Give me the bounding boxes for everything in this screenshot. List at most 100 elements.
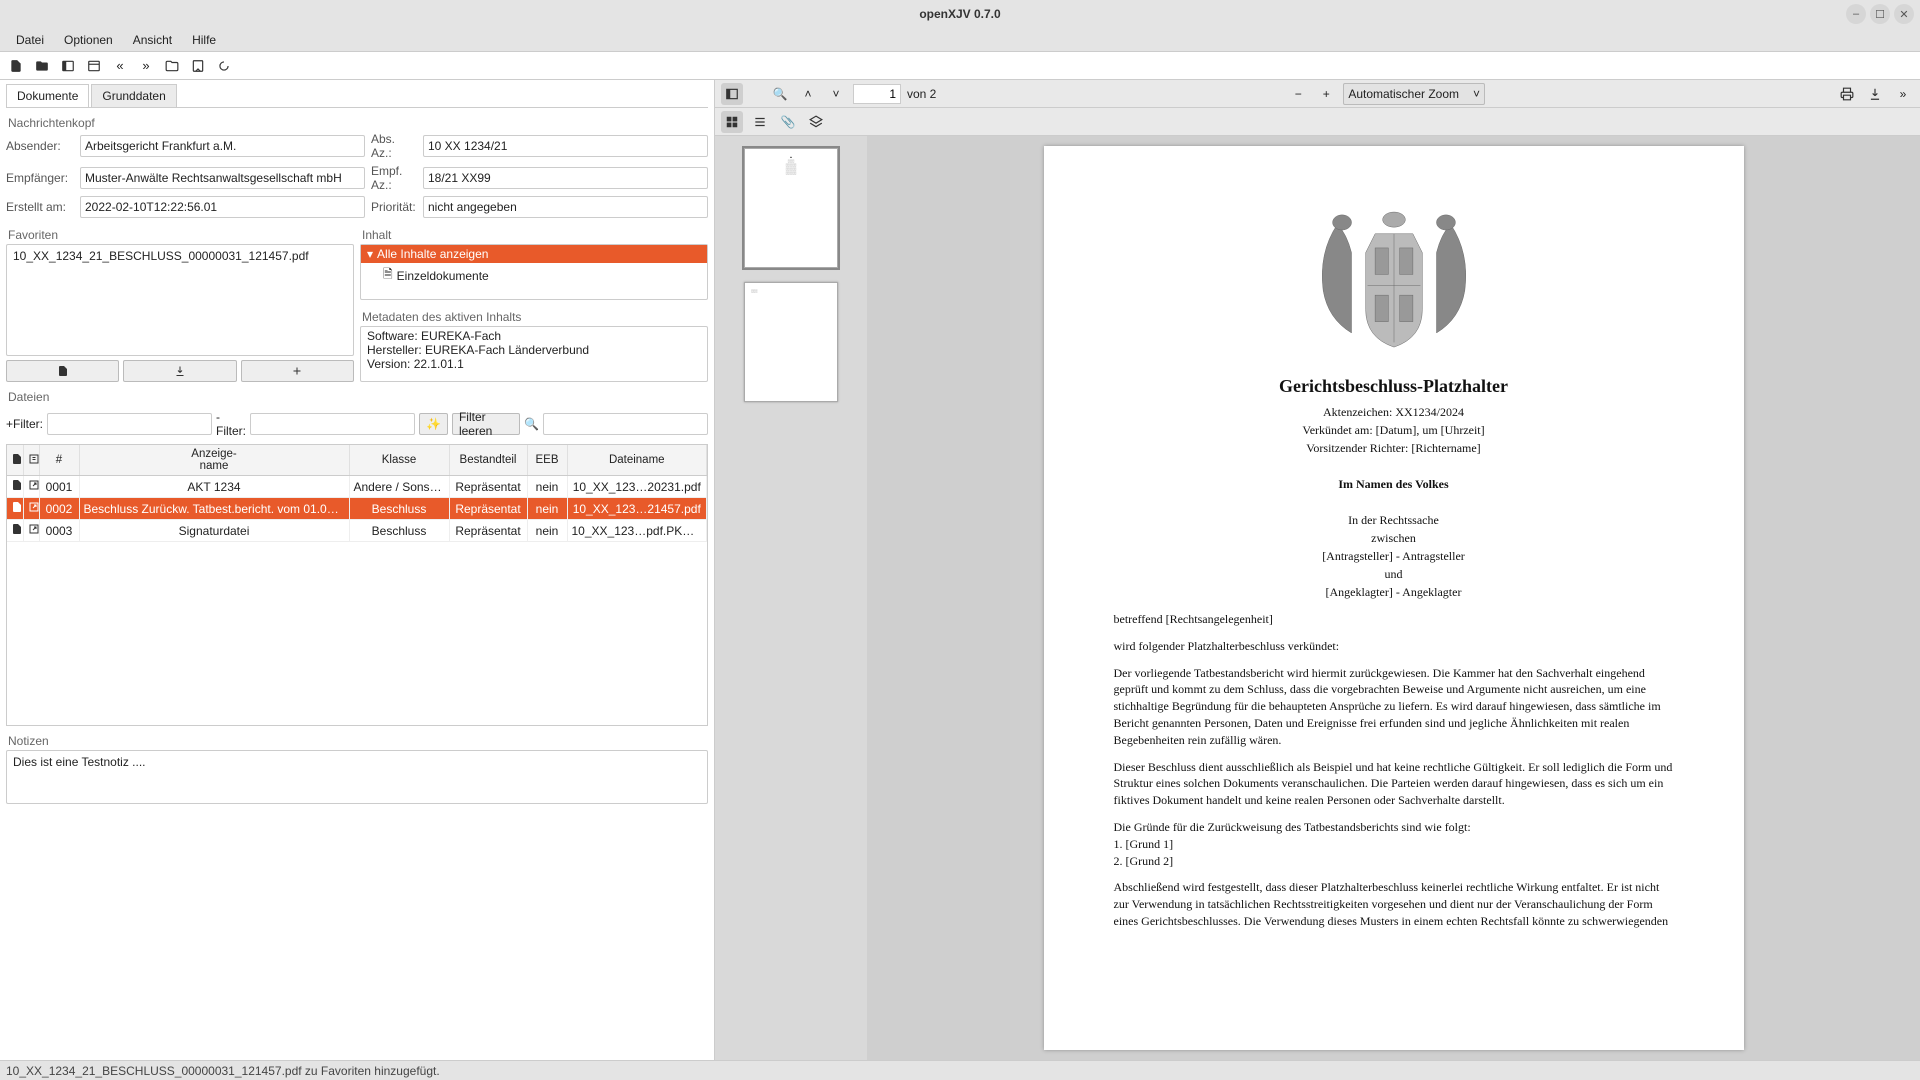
pdf-viewer: 🔍 ˄ ˅ von 2 − + Automatischer Zoom ˅ » 📎 — [714, 80, 1920, 1060]
th-eeb[interactable]: EEB — [527, 445, 567, 476]
filter-clear-button[interactable]: Filter leeren — [452, 413, 520, 435]
maximize-button[interactable]: ☐ — [1870, 4, 1890, 24]
label-recipient: Empfänger: — [6, 171, 74, 185]
section-content: Inhalt — [362, 228, 708, 242]
pdf-page-total: von 2 — [907, 87, 936, 101]
row-klasse: Andere / Sonstige — [349, 476, 449, 498]
open-folder-icon[interactable] — [32, 56, 52, 76]
pdf-zoom-select[interactable]: Automatischer Zoom ˅ — [1343, 83, 1485, 105]
doc-p6: Abschließend wird festgestellt, dass die… — [1114, 879, 1674, 929]
close-button[interactable]: ✕ — [1894, 4, 1914, 24]
content-single-label: Einzeldokumente — [397, 269, 489, 283]
section-metadata: Metadaten des aktiven Inhalts — [362, 310, 708, 324]
next-icon[interactable]: » — [136, 56, 156, 76]
doc-title: Gerichtsbeschluss-Platzhalter — [1114, 376, 1674, 397]
menu-view[interactable]: Ansicht — [123, 30, 182, 50]
row-num: 0001 — [39, 476, 79, 498]
prev-icon[interactable]: « — [110, 56, 130, 76]
tab-documents[interactable]: Dokumente — [6, 84, 89, 107]
row-open-icon[interactable] — [23, 476, 39, 498]
row-page-icon[interactable] — [7, 520, 23, 542]
pdf-thumbs-icon[interactable] — [721, 111, 743, 133]
pdf-thumbnails[interactable]: ▲░░░░░░░░░░░░░░░░░░ ░░░ — [715, 136, 867, 1060]
notes-textarea[interactable]: Dies ist eine Testnotiz .... — [6, 750, 708, 804]
field-abs-az: 10 XX 1234/21 — [423, 135, 708, 157]
pdf-search-icon[interactable]: 🔍 — [769, 83, 791, 105]
favorite-item[interactable]: 10_XX_1234_21_BESCHLUSS_00000031_121457.… — [9, 247, 351, 265]
th-klasse[interactable]: Klasse — [349, 445, 449, 476]
meta-line3: Version: 22.1.01.1 — [367, 357, 701, 371]
pdf-attach-icon[interactable]: 📎 — [777, 111, 799, 133]
section-favorites: Favoriten — [8, 228, 354, 242]
pdf-download-icon[interactable] — [1864, 83, 1886, 105]
pdf-page-up-icon[interactable]: ˄ — [797, 83, 819, 105]
pdf-page-area[interactable]: Gerichtsbeschluss-Platzhalter Aktenzeich… — [867, 136, 1920, 1060]
pdf-print-icon[interactable] — [1836, 83, 1858, 105]
row-open-icon[interactable] — [23, 498, 39, 520]
filter-wand-button[interactable]: ✨ — [419, 413, 448, 435]
row-klasse: Beschluss — [349, 498, 449, 520]
pdf-page-down-icon[interactable]: ˅ — [825, 83, 847, 105]
row-page-icon[interactable] — [7, 498, 23, 520]
section-notes: Notizen — [8, 734, 708, 748]
minimize-button[interactable]: – — [1846, 4, 1866, 24]
row-num: 0003 — [39, 520, 79, 542]
window-controls: – ☐ ✕ — [1846, 4, 1914, 24]
doc-p2: wird folgender Platzhalterbeschluss verk… — [1114, 638, 1674, 655]
pdf-zoom-in-icon[interactable]: + — [1315, 83, 1337, 105]
export-icon[interactable] — [162, 56, 182, 76]
row-eeb: nein — [527, 498, 567, 520]
th-anzeige[interactable]: Anzeige- name — [79, 445, 349, 476]
pdf-toolbar: 🔍 ˄ ˅ von 2 − + Automatischer Zoom ˅ » — [715, 80, 1920, 108]
table-row[interactable]: 0003SignaturdateiBeschlussRepräsentatnei… — [7, 520, 707, 542]
fav-open-button[interactable] — [6, 360, 119, 382]
files-table[interactable]: # Anzeige- name Klasse Bestandteil EEB D… — [6, 444, 708, 726]
tab-basedata[interactable]: Grunddaten — [91, 84, 176, 107]
menu-file[interactable]: Datei — [6, 30, 54, 50]
tabs: Dokumente Grunddaten — [6, 84, 708, 108]
triangle-down-icon: ▾ — [367, 247, 373, 261]
fav-add-button[interactable] — [241, 360, 354, 382]
content-all-item[interactable]: ▾ Alle Inhalte anzeigen — [361, 245, 707, 263]
pdf-page-input[interactable] — [853, 84, 901, 104]
table-row[interactable]: 0002Beschluss Zurückw. Tatbest.bericht. … — [7, 498, 707, 520]
filter-row: +Filter: -Filter: ✨ Filter leeren 🔍 — [6, 410, 708, 438]
th-bestandteil[interactable]: Bestandteil — [449, 445, 527, 476]
content-single-item[interactable]: 🗎 Einzeldokumente — [361, 263, 707, 288]
toggle-preview-icon[interactable] — [84, 56, 104, 76]
row-eeb: nein — [527, 476, 567, 498]
favorites-list[interactable]: 10_XX_1234_21_BESCHLUSS_00000031_121457.… — [6, 244, 354, 356]
row-anzeige: Beschluss Zurückw. Tatbest.bericht. vom … — [79, 498, 349, 520]
pdf-subtoolbar: 📎 — [715, 108, 1920, 136]
row-page-icon[interactable] — [7, 476, 23, 498]
toggle-panel-icon[interactable] — [58, 56, 78, 76]
doc-verk: Verkündet am: [Datum], um [Uhrzeit] — [1114, 421, 1674, 439]
pdf-sidebar-toggle[interactable] — [721, 83, 743, 105]
metadata-box[interactable]: Software: EUREKA-Fach Hersteller: EUREKA… — [360, 326, 708, 382]
content-tree[interactable]: ▾ Alle Inhalte anzeigen 🗎 Einzeldokument… — [360, 244, 708, 300]
menu-options[interactable]: Optionen — [54, 30, 123, 50]
th-icon2[interactable] — [23, 445, 39, 476]
fav-download-button[interactable] — [123, 360, 236, 382]
section-files: Dateien — [8, 390, 708, 404]
row-dateiname: 10_XX_123…pdf.PKCS7 — [567, 520, 707, 542]
field-created: 2022-02-10T12:22:56.01 — [80, 196, 365, 218]
pdf-more-icon[interactable]: » — [1892, 83, 1914, 105]
table-row[interactable]: 0001AKT 1234Andere / SonstigeRepräsentat… — [7, 476, 707, 498]
th-num[interactable]: # — [39, 445, 79, 476]
filter-minus-input[interactable] — [250, 413, 415, 435]
pdf-zoom-out-icon[interactable]: − — [1287, 83, 1309, 105]
pdf-outline-icon[interactable] — [749, 111, 771, 133]
menu-help[interactable]: Hilfe — [182, 30, 226, 50]
refresh-icon[interactable] — [214, 56, 234, 76]
pdf-layers-icon[interactable] — [805, 111, 827, 133]
export-pdf-icon[interactable] — [188, 56, 208, 76]
th-icon1[interactable] — [7, 445, 23, 476]
row-open-icon[interactable] — [23, 520, 39, 542]
pdf-thumb-1[interactable]: ▲░░░░░░░░░░░░░░░░░░ — [744, 148, 838, 268]
th-dateiname[interactable]: Dateiname — [567, 445, 707, 476]
search-input[interactable] — [543, 413, 708, 435]
open-file-icon[interactable] — [6, 56, 26, 76]
pdf-thumb-2[interactable]: ░░░ — [744, 282, 838, 402]
filter-plus-input[interactable] — [47, 413, 212, 435]
